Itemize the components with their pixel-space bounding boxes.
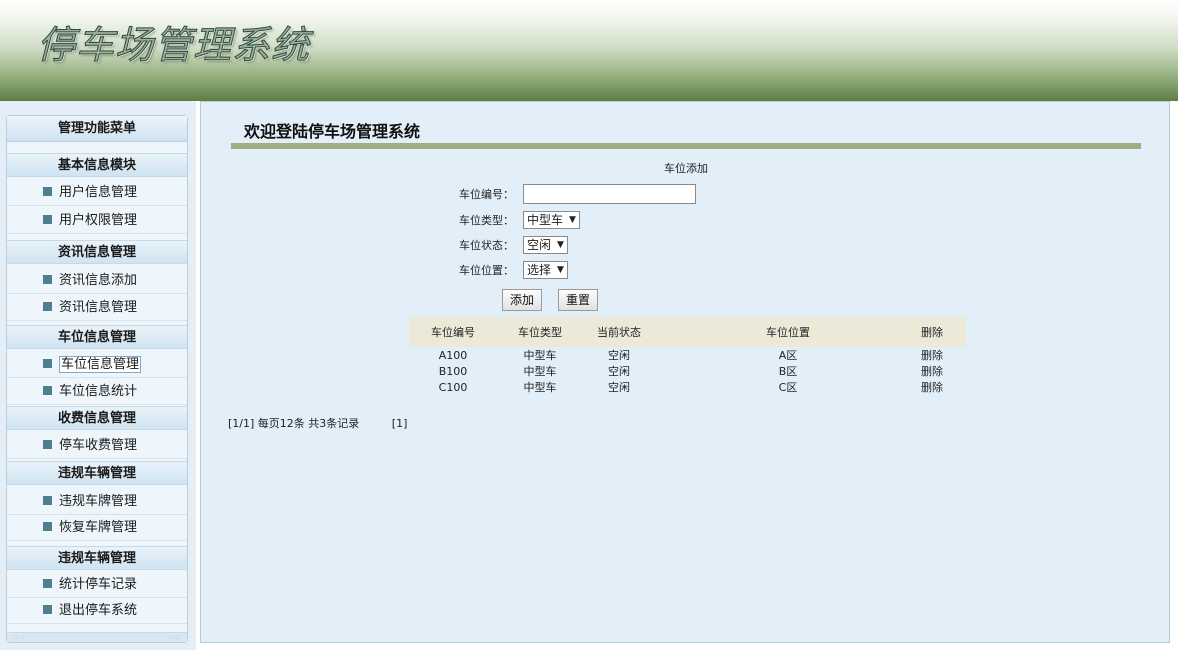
- title-divider: [231, 143, 1141, 149]
- sidebar-item-restore-plate[interactable]: 恢复车牌管理: [7, 515, 187, 541]
- space-status-label: 车位状态：: [459, 239, 514, 252]
- pagination-summary: [1/1] 每页12条 共3条记录: [228, 417, 360, 430]
- delete-link[interactable]: 删除: [921, 363, 966, 379]
- form-row-space-number: 车位编号：: [459, 183, 696, 205]
- dropdown-arrow-icon: ▼: [569, 215, 576, 225]
- bullet-icon: [43, 187, 52, 196]
- sidebar-section-violation-2[interactable]: 违规车辆管理: [7, 546, 187, 570]
- parking-space-table: 车位编号 车位类型 当前状态 车位位置 删除 A100 中型车 空闲 A区 删除…: [409, 317, 966, 395]
- form-row-space-location: 车位位置： 选择 ▼: [459, 259, 568, 281]
- table-header: 车位编号 车位类型 当前状态 车位位置 删除: [409, 317, 966, 347]
- sidebar: 管理功能菜单 基本信息模块 用户信息管理 用户权限管理 资讯信息管理 资讯信息添…: [0, 101, 196, 650]
- reset-button[interactable]: 重置: [558, 289, 599, 311]
- sidebar-item-news-manage[interactable]: 资讯信息管理: [7, 295, 187, 321]
- sidebar-menu-panel: 管理功能菜单 基本信息模块 用户信息管理 用户权限管理 资讯信息管理 资讯信息添…: [6, 115, 188, 643]
- bullet-icon: [43, 522, 52, 531]
- table-row: A100 中型车 空闲 A区 删除: [409, 347, 966, 363]
- dropdown-arrow-icon: ▼: [557, 265, 564, 275]
- bullet-icon: [43, 605, 52, 614]
- col-space-type: 车位类型: [518, 326, 562, 339]
- space-location-label: 车位位置：: [459, 264, 514, 277]
- sidebar-item-space-manage[interactable]: 车位信息管理: [7, 352, 187, 378]
- col-space-number: 车位编号: [431, 326, 475, 339]
- table-row: B100 中型车 空闲 B区 删除: [409, 363, 966, 379]
- main-content: 欢迎登陆停车场管理系统 车位添加 车位编号： 车位类型： 中型车 ▼ 车位状态： …: [200, 101, 1170, 643]
- bullet-icon: [43, 440, 52, 449]
- sidebar-item-space-stats[interactable]: 车位信息统计: [7, 379, 187, 405]
- header-banner: 停车场管理系统: [0, 0, 1178, 101]
- form-row-space-type: 车位类型： 中型车 ▼: [459, 209, 580, 231]
- bullet-icon: [43, 302, 52, 311]
- col-delete: 删除: [921, 326, 943, 339]
- table-row: C100 中型车 空闲 C区 删除: [409, 379, 966, 395]
- pagination: [1/1] 每页12条 共3条记录 [1]: [228, 415, 436, 431]
- sidebar-section-news[interactable]: 资讯信息管理: [7, 240, 187, 264]
- space-type-select[interactable]: 中型车 ▼: [523, 211, 580, 229]
- page-title: 欢迎登陆停车场管理系统: [244, 122, 421, 141]
- sidebar-section-basic[interactable]: 基本信息模块: [7, 153, 187, 177]
- sidebar-item-parking-records[interactable]: 统计停车记录: [7, 572, 187, 598]
- sidebar-item-logout[interactable]: 退出停车系统: [7, 598, 187, 624]
- form-row-space-status: 车位状态： 空闲 ▼: [459, 234, 568, 256]
- space-status-select[interactable]: 空闲 ▼: [523, 236, 568, 254]
- sidebar-section-fee[interactable]: 收费信息管理: [7, 406, 187, 430]
- sidebar-item-violation-plate[interactable]: 违规车牌管理: [7, 489, 187, 515]
- space-number-input[interactable]: [523, 184, 696, 204]
- grip-dots-icon: ::::: [13, 634, 26, 641]
- space-location-select[interactable]: 选择 ▼: [523, 261, 568, 279]
- bullet-icon: [43, 275, 52, 284]
- delete-link[interactable]: 删除: [921, 379, 966, 395]
- sidebar-footer: :::: ::::: [7, 632, 187, 642]
- sidebar-section-violation[interactable]: 违规车辆管理: [7, 461, 187, 485]
- sidebar-title: 管理功能菜单: [7, 116, 187, 142]
- bullet-icon: [43, 579, 52, 588]
- grip-dots-icon: ::::: [168, 634, 181, 641]
- space-type-label: 车位类型：: [459, 214, 514, 227]
- bullet-icon: [43, 496, 52, 505]
- sidebar-item-user-info[interactable]: 用户信息管理: [7, 180, 187, 206]
- app-logo: 停车场管理系统: [36, 23, 311, 68]
- sidebar-item-user-permission[interactable]: 用户权限管理: [7, 208, 187, 234]
- dropdown-arrow-icon: ▼: [557, 240, 564, 250]
- space-number-label: 车位编号：: [459, 188, 514, 201]
- sidebar-item-parking-fee[interactable]: 停车收费管理: [7, 433, 187, 459]
- col-current-status: 当前状态: [597, 326, 641, 339]
- sidebar-item-news-add[interactable]: 资讯信息添加: [7, 268, 187, 294]
- bullet-icon: [43, 386, 52, 395]
- bullet-icon: [43, 359, 52, 368]
- delete-link[interactable]: 删除: [921, 347, 966, 363]
- sidebar-section-space[interactable]: 车位信息管理: [7, 325, 187, 349]
- page-link[interactable]: [1]: [392, 417, 408, 430]
- form-title: 车位添加: [664, 162, 708, 175]
- add-button[interactable]: 添加: [502, 289, 543, 311]
- col-space-location: 车位位置: [766, 326, 810, 339]
- bullet-icon: [43, 215, 52, 224]
